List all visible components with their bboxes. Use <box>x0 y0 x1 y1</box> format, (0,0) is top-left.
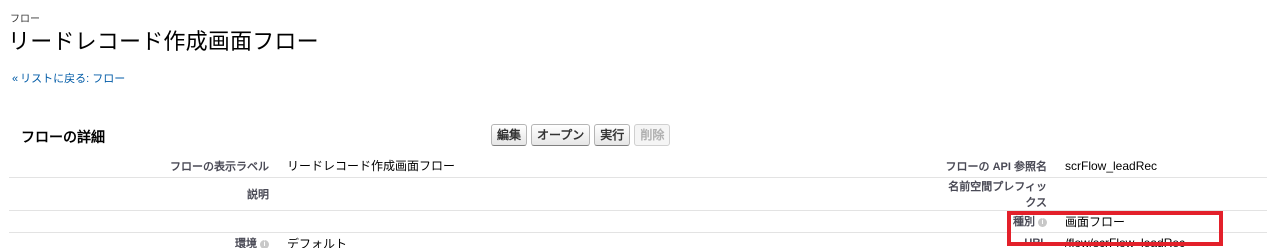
type-value: 画面フロー <box>1059 210 1267 233</box>
flow-detail-table: フローの表示ラベル リードレコード作成画面フロー フローの API 参照名 sc… <box>9 155 1267 248</box>
help-icon[interactable]: i <box>260 239 269 248</box>
namespace-prefix-value <box>1059 177 1267 211</box>
environment-label: 環境 <box>235 238 257 248</box>
detail-row: 環境 i デフォルト URL /flow/scrFlow_leadRec <box>9 232 1267 248</box>
action-button-group: 編集 オープン 実行 削除 <box>491 124 671 146</box>
url-value: /flow/scrFlow_leadRec <box>1059 232 1267 248</box>
type-label: 種別 <box>1013 216 1035 228</box>
detail-row: 説明 名前空間プレフィックス <box>9 177 1267 211</box>
display-label-label: フローの表示ラベル <box>9 155 281 178</box>
flow-detail-page: フロー リードレコード作成画面フロー «リストに戻る: フロー フローの詳細 編… <box>0 0 1267 248</box>
empty-value <box>281 210 941 233</box>
namespace-prefix-label: 名前空間プレフィックス <box>941 177 1059 211</box>
page-type-label: フロー <box>10 14 40 25</box>
empty-label <box>9 210 281 233</box>
open-button[interactable]: オープン <box>531 124 591 146</box>
help-icon[interactable]: i <box>1038 217 1047 227</box>
edit-button[interactable]: 編集 <box>491 124 528 146</box>
description-value <box>281 177 941 211</box>
detail-row: 種別 i 画面フロー <box>9 210 1267 233</box>
api-name-value: scrFlow_leadRec <box>1059 155 1267 178</box>
page-title: リードレコード作成画面フロー <box>8 29 319 54</box>
back-to-list-link[interactable]: «リストに戻る: フロー <box>12 70 125 86</box>
url-label: URL <box>941 232 1059 248</box>
section-title: フローの詳細 <box>21 129 105 145</box>
environment-value: デフォルト <box>281 232 941 248</box>
detail-row: フローの表示ラベル リードレコード作成画面フロー フローの API 参照名 sc… <box>9 155 1267 178</box>
display-label-value: リードレコード作成画面フロー <box>281 155 941 178</box>
type-label-cell: 種別 i <box>941 210 1059 233</box>
api-name-label: フローの API 参照名 <box>941 155 1059 178</box>
description-label: 説明 <box>9 177 281 211</box>
back-chevron-icon: « <box>12 73 19 85</box>
back-link-label: リストに戻る: フロー <box>20 73 126 85</box>
run-button[interactable]: 実行 <box>594 124 631 146</box>
environment-label-cell: 環境 i <box>9 232 281 248</box>
delete-button: 削除 <box>634 124 671 146</box>
